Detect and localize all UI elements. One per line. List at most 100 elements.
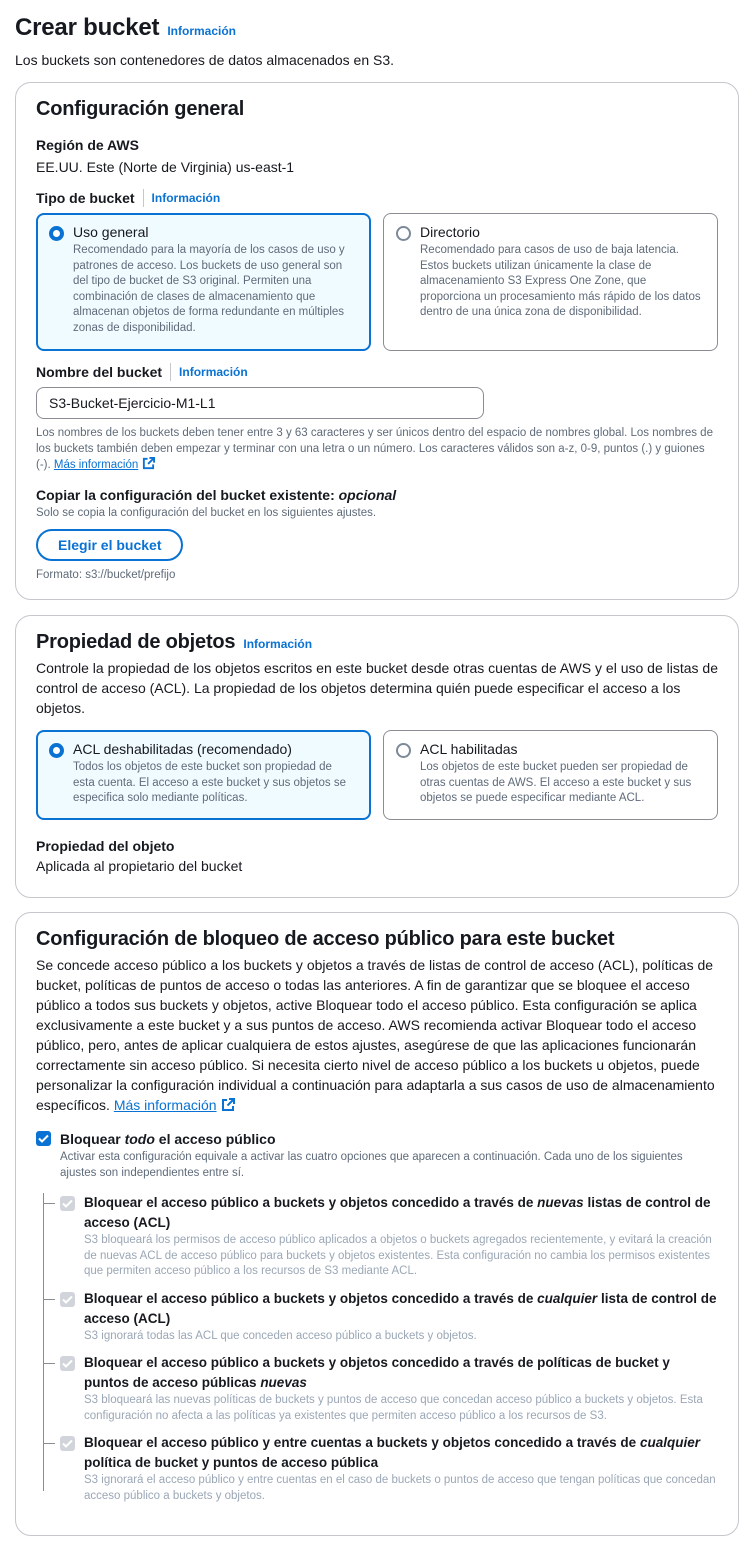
- tile-description: Los objetos de este bucket pueden ser pr…: [420, 761, 692, 804]
- block-any-acl-description: S3 ignorará todas las ACL que conceden a…: [84, 1329, 477, 1342]
- copy-config-label-text: Copiar la configuración del bucket exist…: [36, 487, 335, 503]
- copy-config-label: Copiar la configuración del bucket exist…: [36, 487, 718, 503]
- label-em: nuevas: [260, 1375, 307, 1390]
- general-config-title: Configuración general: [36, 98, 245, 120]
- bucket-type-label: Tipo de bucket: [36, 190, 135, 206]
- acl-enabled-tile[interactable]: ACL habilitadas Los objetos de este buck…: [383, 730, 718, 820]
- bucket-name-label: Nombre del bucket: [36, 364, 163, 380]
- tree-tick: [43, 1443, 55, 1444]
- checkmark-icon: [62, 1199, 73, 1208]
- block-any-acl-label: Bloquear el acceso público a buckets y o…: [84, 1289, 718, 1329]
- checkmark-icon: [62, 1359, 73, 1368]
- checkmark-icon: [62, 1295, 73, 1304]
- block-new-policies-description: S3 bloqueará las nuevas políticas de buc…: [84, 1394, 703, 1422]
- block-all-checkbox[interactable]: [36, 1131, 51, 1146]
- object-ownership-card: Propiedad de objetos Información Control…: [15, 615, 739, 898]
- tree-tick: [43, 1363, 55, 1364]
- bucket-type-tiles: Uso general Recomendado para la mayoría …: [36, 213, 718, 351]
- bucket-name-label-row: Nombre del bucket Información: [36, 363, 718, 381]
- block-any-policies-option: Bloquear el acceso público y entre cuent…: [43, 1433, 718, 1504]
- public-access-block-card: Configuración de bloqueo de acceso públi…: [15, 912, 739, 1536]
- page-info-link[interactable]: Información: [167, 24, 236, 38]
- bucket-type-info-link[interactable]: Información: [152, 191, 221, 205]
- public-access-block-description: Se concede acceso público a los buckets …: [36, 955, 718, 1115]
- block-new-acl-label: Bloquear el acceso público a buckets y o…: [84, 1193, 718, 1233]
- label-em: cualquier: [537, 1290, 598, 1306]
- tile-label: ACL habilitadas: [420, 741, 518, 757]
- checkmark-icon: [62, 1439, 73, 1448]
- public-access-block-description-text: Se concede acceso público a los buckets …: [36, 957, 715, 1113]
- checkmark-icon: [38, 1134, 49, 1143]
- block-all-label-pre: Bloquear: [60, 1131, 125, 1147]
- object-ownership-info-link[interactable]: Información: [243, 637, 312, 651]
- copy-config-hint: Solo se copia la configuración del bucke…: [36, 507, 377, 519]
- separator: [142, 189, 144, 207]
- radio-selected-icon[interactable]: [49, 743, 64, 758]
- tile-label: Uso general: [73, 224, 149, 240]
- block-new-policies-checkbox[interactable]: [60, 1356, 75, 1371]
- region-label: Región de AWS: [36, 137, 139, 153]
- page-header: Crear bucket Información: [15, 14, 738, 42]
- page-title: Crear bucket: [15, 14, 160, 41]
- label-post: política de bucket y puntos de acceso pú…: [84, 1455, 379, 1470]
- block-new-policies-label: Bloquear el acceso público a buckets y o…: [84, 1353, 718, 1393]
- bucket-name-input[interactable]: [36, 387, 484, 419]
- choose-bucket-button[interactable]: Elegir el bucket: [36, 529, 184, 561]
- block-new-acl-checkbox[interactable]: [60, 1196, 75, 1211]
- radio-unselected-icon[interactable]: [396, 226, 411, 241]
- label-pre: Bloquear el acceso público a buckets y o…: [84, 1290, 538, 1306]
- block-sub-options: Bloquear el acceso público a buckets y o…: [36, 1193, 718, 1504]
- block-all-option[interactable]: Bloquear todo el acceso público Activar …: [36, 1129, 718, 1181]
- block-all-label-post: el acceso público: [154, 1131, 276, 1147]
- block-any-policies-description: S3 ignorará el acceso público y entre cu…: [84, 1474, 716, 1502]
- tile-label: Directorio: [420, 224, 480, 240]
- public-access-more-info-link[interactable]: Más información: [114, 1097, 235, 1113]
- block-new-policies-option: Bloquear el acceso público a buckets y o…: [43, 1353, 718, 1424]
- label-pre: Bloquear el acceso público a buckets y o…: [84, 1195, 538, 1210]
- tree-tick: [43, 1203, 55, 1204]
- more-info-text: Más información: [53, 459, 139, 471]
- block-all-label-em: todo: [124, 1131, 155, 1147]
- radio-unselected-icon[interactable]: [396, 743, 411, 758]
- block-any-policies-label: Bloquear el acceso público y entre cuent…: [84, 1433, 718, 1473]
- object-owner-label: Propiedad del objeto: [36, 838, 175, 854]
- label-pre: Bloquear el acceso público a buckets y o…: [84, 1355, 670, 1390]
- label-pre: Bloquear el acceso público y entre cuent…: [84, 1435, 640, 1450]
- general-config-card: Configuración general Región de AWS EE.U…: [15, 82, 739, 600]
- block-all-label: Bloquear todo el acceso público: [60, 1129, 718, 1149]
- object-owner-value: Aplicada al propietario del bucket: [36, 858, 243, 874]
- label-em: nuevas: [537, 1195, 584, 1210]
- copy-config-optional: opcional: [338, 487, 397, 503]
- block-any-acl-option: Bloquear el acceso público a buckets y o…: [43, 1289, 718, 1345]
- format-hint: Formato: s3://bucket/prefijo: [36, 569, 176, 581]
- object-ownership-description: Controle la propiedad de los objetos esc…: [36, 660, 718, 716]
- block-new-acl-option: Bloquear el acceso público a buckets y o…: [43, 1193, 718, 1280]
- bucket-type-directory-tile[interactable]: Directorio Recomendado para casos de uso…: [383, 213, 718, 351]
- bucket-name-more-info-link[interactable]: Más información: [53, 457, 156, 471]
- ownership-tiles: ACL deshabilitadas (recomendado) Todos l…: [36, 730, 718, 820]
- block-any-policies-checkbox[interactable]: [60, 1436, 75, 1451]
- block-all-description: Activar esta configuración equivale a ac…: [60, 1151, 683, 1179]
- external-link-icon: [143, 457, 156, 470]
- acl-disabled-tile[interactable]: ACL deshabilitadas (recomendado) Todos l…: [36, 730, 371, 820]
- separator: [170, 363, 172, 381]
- page-subtitle: Los buckets son contenedores de datos al…: [15, 52, 395, 68]
- region-value: EE.UU. Este (Norte de Virginia) us-east-…: [36, 159, 295, 175]
- tree-line: [43, 1193, 44, 1491]
- block-new-acl-description: S3 bloqueará los permisos de acceso públ…: [84, 1234, 712, 1277]
- radio-selected-icon[interactable]: [49, 226, 64, 241]
- page: Crear bucket Información Los buckets son…: [0, 0, 752, 68]
- external-link-icon: [221, 1098, 235, 1111]
- bucket-type-general-purpose-tile[interactable]: Uso general Recomendado para la mayoría …: [36, 213, 371, 351]
- bucket-name-info-link[interactable]: Información: [179, 365, 248, 379]
- object-ownership-title: Propiedad de objetos: [36, 631, 236, 653]
- tile-description: Recomendado para casos de uso de baja la…: [420, 244, 701, 318]
- tile-label: ACL deshabilitadas (recomendado): [73, 741, 292, 757]
- tree-tick: [43, 1298, 55, 1300]
- tile-description: Todos los objetos de este bucket son pro…: [73, 761, 346, 804]
- label-em: cualquier: [639, 1435, 700, 1450]
- public-access-block-title: Configuración de bloqueo de acceso públi…: [36, 928, 615, 950]
- object-ownership-title-row: Propiedad de objetos Información: [36, 631, 718, 654]
- block-any-acl-checkbox[interactable]: [60, 1291, 75, 1307]
- bucket-name-hint: Los nombres de los buckets deben tener e…: [36, 425, 718, 473]
